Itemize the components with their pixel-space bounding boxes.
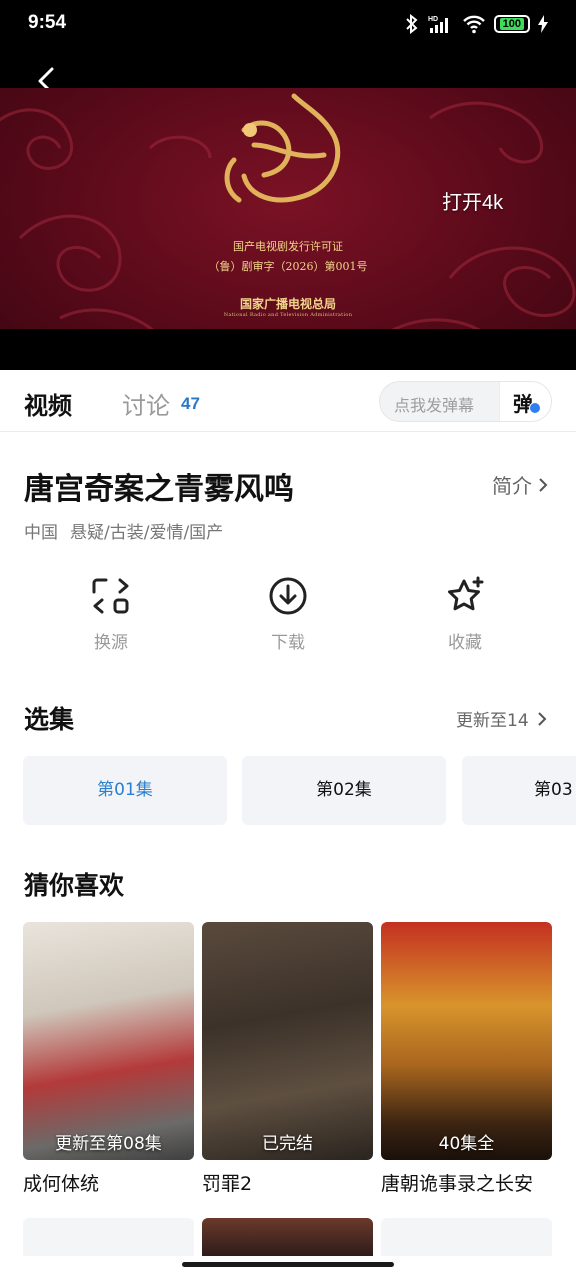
recommend-card[interactable]: 更新至第08集 成何体统 <box>23 922 194 1196</box>
recommend-name: 罚罪2 <box>202 1173 253 1195</box>
discussion-count-badge: 47 <box>181 394 200 413</box>
switch-source-icon <box>92 578 129 614</box>
poster-image: 更新至第08集 <box>23 922 194 1160</box>
download-button[interactable]: 下载 <box>243 576 333 653</box>
show-genres: 悬疑/古装/爱情/国产 <box>70 523 224 543</box>
episodes-title: 选集 <box>24 705 75 734</box>
episodes-update-link[interactable]: 更新至14 <box>456 706 547 731</box>
favorite-button[interactable]: 收藏 <box>420 576 510 653</box>
phoenix-emblem-icon <box>224 93 341 203</box>
danmu-toggle-button[interactable]: 弹 <box>499 382 551 421</box>
signal-icon: HD <box>428 16 448 33</box>
switch-source-button[interactable]: 换源 <box>66 576 156 653</box>
license-authority-en: National Radio and Television Administra… <box>223 312 353 318</box>
danmu-placeholder: 点我发弹幕 <box>394 396 475 415</box>
video-player[interactable]: 打开4k 国产电视剧发行许可证 （鲁）剧审字（2026）第001号 国家广播电视… <box>0 48 576 370</box>
episode-item[interactable]: 第03 <box>462 756 576 825</box>
episode-item[interactable]: 第02集 <box>242 756 446 825</box>
license-number: （鲁）剧审字（2026）第001号 <box>208 260 368 273</box>
recommend-name: 唐朝诡事录之长安 <box>381 1173 534 1195</box>
recommend-title: 猜你喜欢 <box>24 871 125 900</box>
poster-image: 40集全 <box>381 922 552 1160</box>
license-title: 国产电视剧发行许可证 <box>233 240 343 253</box>
wifi-icon <box>462 15 485 34</box>
episode-badge: 更新至第08集 <box>55 1134 162 1154</box>
episode-item[interactable]: 第01集 <box>23 756 227 825</box>
show-meta: 中国 悬疑/古装/爱情/国产 <box>24 518 223 543</box>
recommend-card[interactable]: 40集全 唐朝诡事录之长安 <box>381 922 552 1196</box>
recommend-card[interactable]: 已完结 罚罪2 <box>202 922 373 1196</box>
chevron-right-icon <box>539 477 548 492</box>
download-icon <box>269 577 307 615</box>
charging-icon <box>538 15 548 33</box>
show-region: 中国 <box>24 523 58 543</box>
open-4k-button[interactable]: 打开4k <box>442 186 503 215</box>
detail-tab-bar: 视频 讨论 47 点我发弹幕 弹 <box>0 370 576 432</box>
chevron-right-icon <box>537 711 547 726</box>
clock: 9:54 <box>28 12 67 33</box>
tab-video[interactable]: 视频 <box>24 386 72 421</box>
recommend-card-placeholder[interactable] <box>381 1218 552 1258</box>
tab-discussion[interactable]: 讨论 <box>122 386 170 421</box>
recommend-card-placeholder[interactable] <box>202 1218 373 1258</box>
episode-badge: 已完结 <box>262 1134 313 1154</box>
status-bar: 9:54 HD 100 <box>0 0 576 48</box>
poster-image: 已完结 <box>202 922 373 1160</box>
recommend-card-placeholder[interactable] <box>23 1218 194 1258</box>
recommend-name: 成何体统 <box>23 1173 100 1195</box>
episode-badge: 40集全 <box>438 1134 495 1154</box>
battery-indicator: 100 <box>493 15 530 33</box>
video-frame[interactable]: 打开4k 国产电视剧发行许可证 （鲁）剧审字（2026）第001号 国家广播电视… <box>0 88 576 370</box>
intro-button[interactable]: 简介 <box>492 470 548 499</box>
favorite-star-icon <box>448 576 484 611</box>
svg-text:HD: HD <box>428 16 438 23</box>
check-badge-icon <box>529 402 541 414</box>
show-title: 唐宫奇案之青雾风鸣 <box>24 472 294 507</box>
danmu-input[interactable]: 点我发弹幕 弹 <box>379 381 552 422</box>
gesture-home-bar[interactable] <box>182 1262 394 1267</box>
license-authority: 国家广播电视总局 <box>239 297 336 311</box>
bluetooth-icon <box>405 14 418 34</box>
